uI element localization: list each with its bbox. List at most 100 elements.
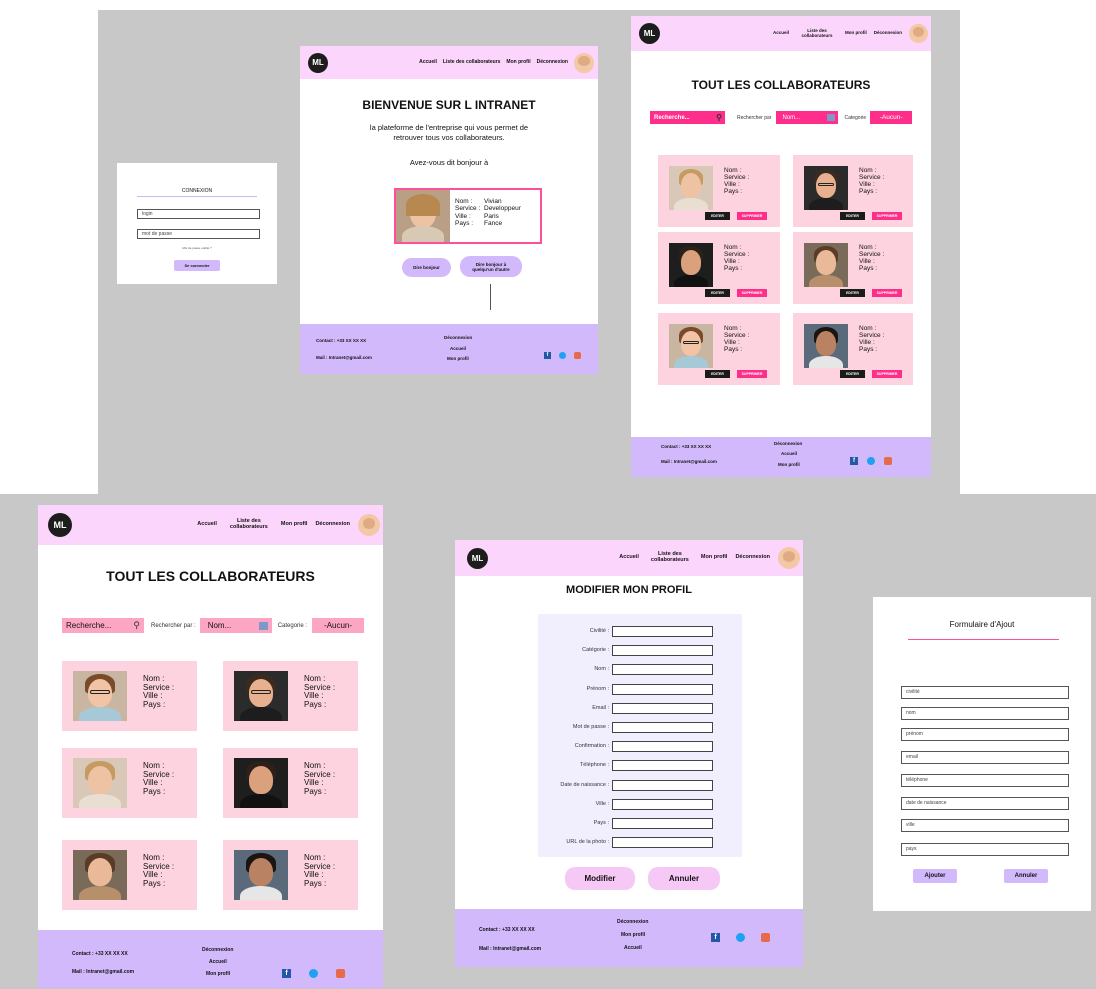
footer-link-mon-profil[interactable]: Mon profil: [206, 971, 230, 977]
say-hello-button[interactable]: Dire bonjour: [402, 258, 451, 277]
facebook-icon[interactable]: f: [544, 352, 551, 359]
login-title-underline: [137, 196, 257, 197]
delete-button[interactable]: SUPPRIMER: [737, 212, 767, 220]
delete-button[interactable]: SUPPRIMER: [872, 212, 902, 220]
search-by-select[interactable]: Nom...: [199, 618, 272, 633]
nav-mon-profil[interactable]: Mon profil: [506, 59, 530, 65]
modify-button[interactable]: Modifier: [565, 867, 635, 890]
nav-deconnexion[interactable]: Déconnexion: [537, 59, 568, 65]
logo[interactable]: ML: [639, 23, 660, 44]
nav-collaborateurs[interactable]: Liste des collaborateurs: [647, 551, 693, 564]
instagram-icon[interactable]: [336, 969, 345, 978]
password-input[interactable]: mot de passe: [137, 229, 260, 239]
instagram-icon[interactable]: [574, 352, 581, 359]
profile-field-input[interactable]: [612, 741, 713, 753]
nav-deconnexion[interactable]: Déconnexion: [315, 521, 350, 528]
edit-button[interactable]: EDITER: [840, 370, 865, 378]
user-avatar[interactable]: [909, 24, 928, 43]
footer-link-accueil[interactable]: Accueil: [624, 945, 642, 951]
nav-accueil[interactable]: Accueil: [419, 59, 437, 65]
twitter-icon[interactable]: [559, 352, 566, 359]
profile-field-input[interactable]: [612, 722, 713, 733]
footer-link-accueil[interactable]: Accueil: [781, 451, 797, 456]
profile-field-input[interactable]: [612, 837, 713, 849]
nav-collaborateurs[interactable]: Liste des collaborateurs: [796, 28, 838, 38]
profile-field-input[interactable]: [612, 779, 713, 791]
profile-field-input[interactable]: [612, 760, 713, 772]
nav-deconnexion[interactable]: Déconnexion: [735, 554, 770, 561]
search-input[interactable]: Recherche... ⚲: [62, 618, 144, 633]
footer-link-deconnexion[interactable]: Déconnexion: [617, 919, 648, 925]
logo[interactable]: ML: [467, 547, 488, 569]
nav-deconnexion[interactable]: Déconnexion: [874, 30, 902, 36]
edit-button[interactable]: EDITER: [705, 212, 730, 220]
profile-field-input[interactable]: [612, 702, 713, 714]
profile-field-input[interactable]: [612, 683, 713, 695]
login-input[interactable]: login: [137, 209, 260, 219]
delete-button[interactable]: SUPPRIMER: [872, 289, 902, 297]
add-field-input[interactable]: date de naissance: [901, 797, 1069, 810]
facebook-icon[interactable]: f: [711, 933, 720, 942]
twitter-icon[interactable]: [309, 969, 318, 978]
collaborator-card: Nom : Service : Ville : Pays :: [223, 748, 358, 818]
category-select[interactable]: -Aucun-: [870, 111, 913, 124]
add-field-input[interactable]: nom: [901, 707, 1069, 720]
footer-link-mon-profil[interactable]: Mon profil: [621, 932, 645, 938]
facebook-icon[interactable]: f: [850, 457, 858, 465]
nav-accueil[interactable]: Accueil: [197, 521, 217, 528]
footer-link-accueil[interactable]: Accueil: [450, 346, 466, 351]
profile-field-input[interactable]: [612, 818, 713, 829]
category-select[interactable]: -Aucun-: [312, 618, 365, 633]
edit-button[interactable]: EDITER: [705, 289, 730, 297]
say-hello-other-button[interactable]: Dire bonjour à quelqu'un d'autre: [460, 256, 522, 277]
edit-button[interactable]: EDITER: [840, 212, 865, 220]
add-field-input[interactable]: civilité: [901, 686, 1069, 699]
instagram-icon[interactable]: [884, 457, 892, 465]
logo[interactable]: ML: [48, 513, 72, 537]
add-cancel-button[interactable]: Annuler: [1004, 869, 1048, 883]
nav-mon-profil[interactable]: Mon profil: [281, 521, 308, 528]
footer-link-mon-profil[interactable]: Mon profil: [447, 356, 469, 361]
delete-button[interactable]: SUPPRIMER: [737, 370, 767, 378]
logo[interactable]: ML: [308, 52, 328, 73]
add-field-input[interactable]: pays: [901, 843, 1069, 856]
profile-field-input[interactable]: [612, 626, 713, 637]
profile-field-input[interactable]: [612, 645, 713, 657]
footer-link-deconnexion[interactable]: Déconnexion: [774, 441, 802, 446]
featured-profile-card: Nom : Service : Ville : Pays : Vivian De…: [394, 188, 542, 244]
add-button[interactable]: Ajouter: [913, 869, 957, 883]
user-avatar[interactable]: [574, 52, 594, 73]
footer-link-deconnexion[interactable]: Déconnexion: [444, 335, 472, 340]
nav-collaborateurs[interactable]: Liste des collaborateurs: [225, 518, 273, 531]
facebook-icon[interactable]: f: [282, 969, 291, 978]
nav-mon-profil[interactable]: Mon profil: [845, 30, 867, 36]
profile-field-input[interactable]: [612, 798, 713, 810]
footer-link-deconnexion[interactable]: Déconnexion: [202, 947, 233, 953]
edit-button[interactable]: EDITER: [840, 289, 865, 297]
user-avatar[interactable]: [778, 547, 800, 569]
delete-button[interactable]: SUPPRIMER: [737, 289, 767, 297]
footer-link-mon-profil[interactable]: Mon profil: [778, 462, 800, 467]
collaborator-card: Nom : Service : Ville : Pays :: [62, 748, 197, 818]
nav-accueil[interactable]: Accueil: [773, 30, 789, 36]
add-field-input[interactable]: téléphone: [901, 774, 1069, 787]
forgot-password-link[interactable]: Mot de passe oublié ?: [117, 246, 277, 250]
search-input[interactable]: Recherche... ⚲: [650, 111, 725, 124]
edit-button[interactable]: EDITER: [705, 370, 730, 378]
delete-button[interactable]: SUPPRIMER: [872, 370, 902, 378]
nav-mon-profil[interactable]: Mon profil: [701, 554, 728, 561]
profile-field-input[interactable]: [612, 664, 713, 676]
add-field-input[interactable]: email: [901, 751, 1069, 764]
twitter-icon[interactable]: [736, 933, 745, 942]
cancel-button[interactable]: Annuler: [648, 867, 720, 890]
search-by-select[interactable]: Nom...: [776, 111, 839, 124]
twitter-icon[interactable]: [867, 457, 875, 465]
nav-accueil[interactable]: Accueil: [619, 554, 639, 561]
login-submit-button[interactable]: Se connecter: [174, 260, 220, 271]
instagram-icon[interactable]: [761, 933, 770, 942]
nav-collaborateurs[interactable]: Liste des collaborateurs: [443, 59, 501, 65]
user-avatar[interactable]: [358, 514, 380, 536]
footer-link-accueil[interactable]: Accueil: [209, 959, 227, 965]
add-field-input[interactable]: prénom: [901, 728, 1069, 741]
add-field-input[interactable]: ville: [901, 819, 1069, 832]
